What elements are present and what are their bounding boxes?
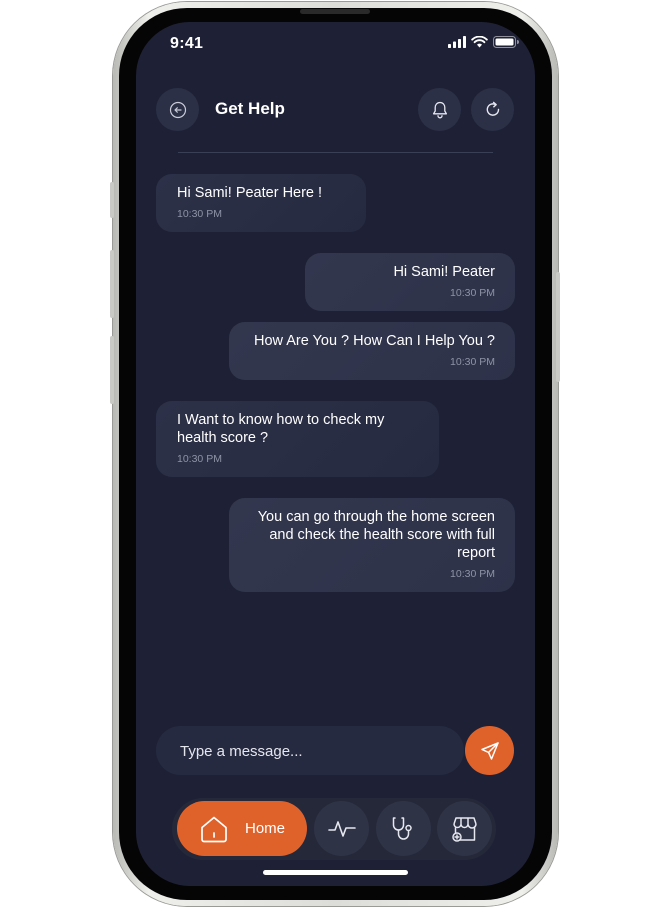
app-screen: 9:41 Get Help Hi Sami! Peater Here ! 10:… xyxy=(136,22,535,886)
nav-item-doctor[interactable] xyxy=(376,801,431,856)
back-arrow-icon xyxy=(169,101,186,118)
speaker-slot xyxy=(300,9,370,14)
message-composer xyxy=(156,726,464,777)
message-bubble-outgoing: How Are You ? How Can I Help You ? 10:30… xyxy=(229,322,515,380)
nav-item-home[interactable]: Home xyxy=(177,801,307,856)
side-button-volume-down xyxy=(110,336,114,404)
refresh-icon xyxy=(486,101,499,116)
status-time: 9:41 xyxy=(170,35,204,52)
bottom-nav: Home xyxy=(172,798,496,860)
send-icon xyxy=(480,741,499,760)
nav-item-activity[interactable] xyxy=(314,801,369,856)
signal-icon xyxy=(448,36,466,48)
status-icons xyxy=(448,36,519,48)
store-icon xyxy=(451,816,477,842)
side-button-volume-up xyxy=(110,250,114,318)
message-time: 10:30 PM xyxy=(177,453,222,465)
message-text: Hi Sami! Peater Here ! xyxy=(177,185,323,201)
activity-icon xyxy=(327,820,356,837)
stethoscope-icon xyxy=(392,816,412,840)
nav-item-store[interactable] xyxy=(437,801,492,856)
page-title: Get Help xyxy=(215,99,285,118)
refresh-button[interactable] xyxy=(471,88,514,131)
message-text: I Want to know how to check my health sc… xyxy=(177,412,385,446)
side-button-mute xyxy=(110,182,114,218)
message-time: 10:30 PM xyxy=(450,568,495,580)
message-bubble-incoming: Hi Sami! Peater Here ! 10:30 PM xyxy=(156,174,366,232)
message-text: You can go through the home screen and c… xyxy=(257,509,495,561)
nav-home-label: Home xyxy=(245,820,286,837)
home-indicator xyxy=(263,870,408,875)
notifications-button[interactable] xyxy=(418,88,461,131)
message-text: How Are You ? How Can I Help You ? xyxy=(253,333,495,349)
battery-icon xyxy=(493,36,519,48)
message-input[interactable] xyxy=(178,726,452,777)
wifi-icon xyxy=(471,36,488,48)
home-icon xyxy=(201,816,227,842)
message-bubble-outgoing: You can go through the home screen and c… xyxy=(229,498,515,592)
back-button[interactable] xyxy=(156,88,199,131)
side-button-power xyxy=(556,272,560,382)
message-time: 10:30 PM xyxy=(450,287,495,299)
message-bubble-outgoing: Hi Sami! Peater 10:30 PM xyxy=(305,253,515,311)
message-time: 10:30 PM xyxy=(177,208,222,220)
header-divider xyxy=(178,152,493,153)
message-text: Hi Sami! Peater xyxy=(393,264,495,280)
bell-icon xyxy=(432,101,447,118)
message-time: 10:30 PM xyxy=(450,356,495,368)
message-bubble-incoming: I Want to know how to check my health sc… xyxy=(156,401,439,477)
send-button[interactable] xyxy=(465,726,514,775)
